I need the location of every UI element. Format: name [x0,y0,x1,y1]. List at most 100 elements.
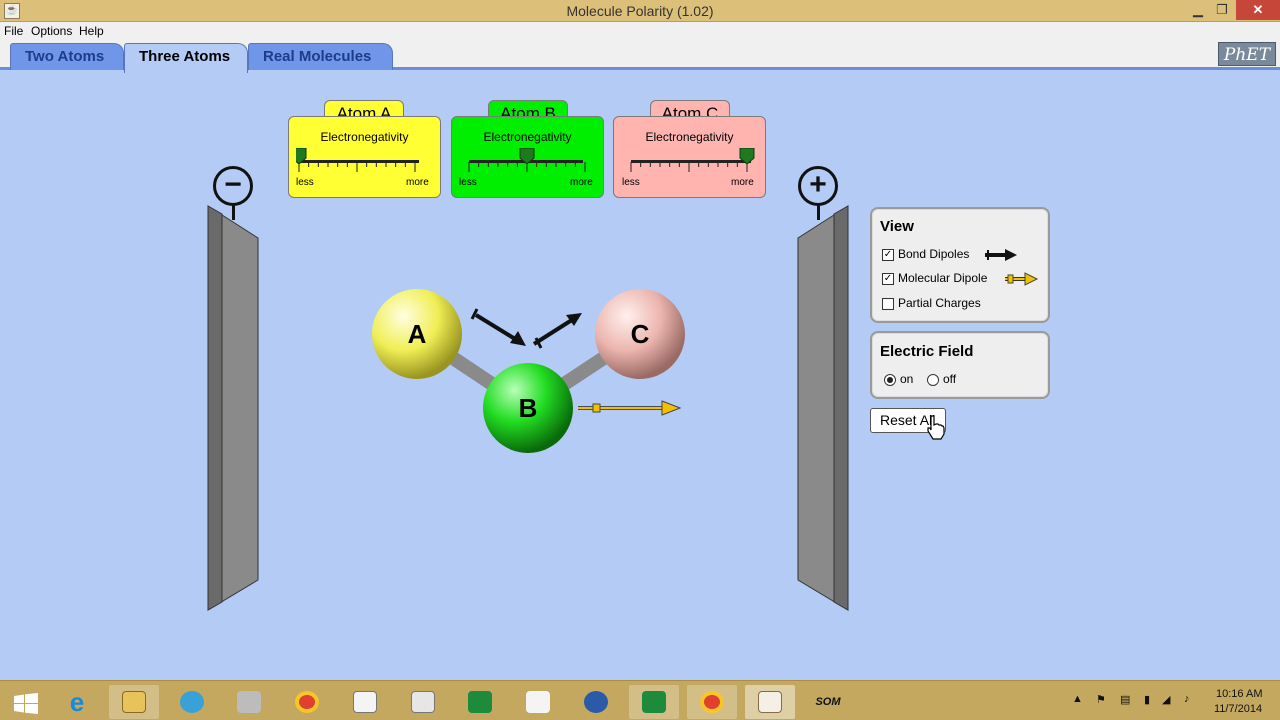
som-icon: SOM [815,696,841,708]
tab-real-molecules[interactable]: Real Molecules [248,43,393,70]
start-icon [14,693,38,714]
bond-dipoles-label: Bond Dipoles [898,247,970,261]
field-off-radio[interactable]: off [927,372,956,388]
tab-strip: Two Atoms Three Atoms Real Molecules PhE… [0,40,1280,73]
partial-charges-checkbox[interactable]: Partial Charges [882,296,981,312]
taskbar-app[interactable] [224,685,274,719]
tray-flag-icon[interactable]: ⚑ [1096,693,1106,706]
atom-a-slider[interactable] [296,148,426,176]
taskbar-excel-2[interactable] [629,685,679,719]
electric-field-title: Electric Field [880,343,974,360]
atom-b-slider[interactable] [466,148,596,176]
bond-dipoles-checkbox[interactable]: ✓ Bond Dipoles [882,247,969,263]
atom-b-slider-thumb [519,148,535,165]
partial-charges-label: Partial Charges [898,296,981,310]
positive-plate-stem [817,204,820,220]
taskbar-notepad[interactable] [398,685,448,719]
bond-dipoles-check[interactable]: ✓ [882,248,894,261]
view-panel-title: View [880,218,914,235]
menu-options[interactable]: Options [31,24,72,38]
negative-plate-stem [232,204,235,220]
atom-b-label: B [519,393,538,423]
field-off-label: off [943,372,957,386]
tab-three-atoms[interactable]: Three Atoms [124,43,248,73]
molecular-dipole-checkbox[interactable]: ✓ Molecular Dipole [882,271,987,287]
close-button[interactable]: ✕ [1236,0,1280,20]
window-title: Molecule Polarity (1.02) [566,3,714,19]
tab-two-atoms[interactable]: Two Atoms [10,43,124,70]
taskbar-chart-app[interactable] [340,685,390,719]
file-explorer-icon [122,691,146,713]
positive-plate [797,205,849,611]
atom-b-en-label: Electronegativity [483,130,572,144]
clock-date[interactable]: 11/7/2014 [1214,703,1262,715]
java-icon [758,691,782,713]
notepad-icon [411,691,435,713]
atom-c-slider[interactable] [628,148,758,176]
chrome-icon-2 [700,691,724,713]
atom-a-less-label: less [296,177,314,188]
atom-b-more-label: more [570,177,593,188]
clock-time[interactable]: 10:16 AM [1216,688,1262,700]
internet-explorer-icon: e [69,687,85,717]
phet-logo[interactable]: PhET [1218,42,1276,66]
atom-c-more-label: more [731,177,754,188]
taskbar-picasa[interactable] [167,685,217,719]
taskbar-chrome-2[interactable] [687,685,737,719]
tray-network-icon[interactable]: ▤ [1120,693,1130,706]
taskbar-media[interactable] [571,685,621,719]
tray-chevron-icon[interactable]: ▲ [1072,693,1083,705]
field-on-label: on [900,372,914,386]
atom-c-label: C [631,319,650,349]
bond-dipole-legend-icon [985,249,1017,261]
atom-c-slider-thumb [739,148,755,165]
view-panel: View ✓ Bond Dipoles ✓ Molecular Dipole Par… [870,207,1050,323]
molecule[interactable]: A C B [360,280,700,470]
electric-field-panel: Electric Field on off [870,331,1050,399]
taskbar-java[interactable] [745,685,795,719]
taskbar-som[interactable]: SOM [803,685,853,719]
excel-icon [468,691,492,713]
taskbar-internet-explorer[interactable]: e [52,685,102,719]
field-on-radio[interactable]: on [884,372,913,388]
molecular-dipole-check[interactable]: ✓ [882,272,894,285]
molecular-dipole-arrow [578,400,682,416]
taskbar-file-explorer[interactable] [109,685,159,719]
field-off-radio-button[interactable] [927,373,939,386]
tray-signal-icon[interactable]: ◢ [1162,693,1170,706]
bond-dipole-cb [532,313,582,349]
apps-grid-icon [526,691,550,713]
start-button[interactable] [0,685,50,719]
bond-dipole-ab [470,308,526,346]
atom-c-less-label: less [622,177,640,188]
atom-a-more-label: more [406,177,429,188]
chrome-icon [295,691,319,713]
maximize-button[interactable]: ❐ [1208,0,1236,20]
field-on-radio-button[interactable] [884,373,896,386]
atom-a-slider-thumb [296,148,307,165]
menu-help[interactable]: Help [79,24,104,38]
atom-a-slider-ticks [298,162,416,172]
hand-cursor-icon [927,415,945,440]
taskbar-chrome[interactable] [282,685,332,719]
taskbar: e SOM ▲ ⚑ ▤ ▮ ◢ ♪ 10:16 AM 11/7/2014 [0,680,1280,720]
negative-plate-symbol: − [213,166,253,206]
chart-app-icon [353,691,377,713]
molecular-dipole-legend-icon [1005,272,1039,286]
taskbar-apps[interactable] [513,685,563,719]
positive-plate-symbol: + [798,166,838,206]
partial-charges-check[interactable] [882,297,894,310]
atom-a-en-label: Electronegativity [320,130,409,144]
picasa-icon [180,691,204,713]
taskbar-excel[interactable] [455,685,505,719]
menu-file[interactable]: File [4,24,23,38]
tray-volume-icon[interactable]: ♪ [1184,693,1190,705]
atom-b-less-label: less [459,177,477,188]
atom-a-label: A [408,319,427,349]
media-icon [584,691,608,713]
menu-bar: File Options Help [0,22,1280,40]
tray-battery-icon[interactable]: ▮ [1144,693,1150,706]
excel-icon-2 [642,691,666,713]
negative-plate [207,205,259,611]
title-bar: ☕ Molecule Polarity (1.02) ▁ ❐ ✕ [0,0,1280,22]
